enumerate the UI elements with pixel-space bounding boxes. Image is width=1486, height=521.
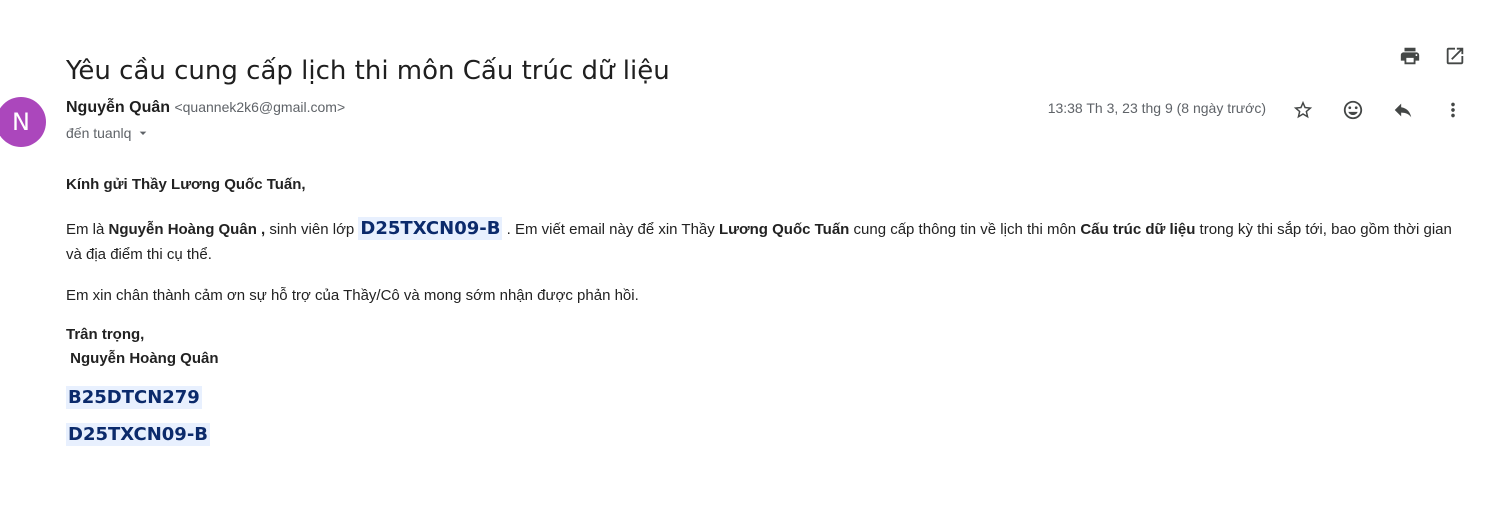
print-button[interactable] [1396, 42, 1424, 70]
text-segment: cung cấp thông tin về lịch thi môn [849, 221, 1081, 238]
class-code-highlight: D25TXCN09-B [358, 217, 503, 240]
sender-avatar[interactable]: N [0, 97, 46, 147]
emoji-reaction-button[interactable] [1339, 96, 1367, 124]
regards: Trân trọng, [66, 326, 145, 343]
reply-button[interactable] [1389, 96, 1417, 124]
course-name: Cấu trúc dữ liệu [1080, 221, 1196, 238]
star-icon [1293, 100, 1313, 119]
open-in-new-window-icon [1446, 47, 1464, 65]
signature-name: Nguyễn Hoàng Quân [70, 350, 219, 367]
sender-info: Nguyễn Quân <quannek2k6@gmail.com> [66, 99, 345, 117]
text-segment: Em là [66, 221, 109, 238]
main-paragraph: Em là Nguyễn Hoàng Quân , sinh viên lớp … [66, 216, 1466, 267]
email-body: Kính gửi Thầy Lương Quốc Tuấn, Em là Ngu… [66, 174, 1466, 446]
email-subject: Yêu cầu cung cấp lịch thi môn Cấu trúc d… [66, 56, 670, 87]
thanks-paragraph: Em xin chân thành cảm ơn sự hỗ trợ của T… [66, 287, 639, 304]
teacher-name: Lương Quốc Tuấn [718, 221, 850, 238]
recipient-details-toggle[interactable]: đến tuanlq [66, 125, 151, 141]
sign-off: Trân trọng, Nguyễn Hoàng Quân [66, 323, 1466, 371]
avatar-letter: N [12, 108, 30, 136]
greeting: Kính gửi Thầy Lương Quốc Tuấn, [66, 176, 306, 193]
email-date: 13:38 Th 3, 23 thg 9 (8 ngày trước) [1047, 100, 1266, 116]
more-vert-icon [1451, 102, 1455, 118]
student-id: B25DTCN279 [66, 386, 202, 409]
print-icon [1400, 47, 1420, 65]
chevron-down-icon [140, 131, 147, 135]
star-button[interactable] [1289, 96, 1317, 124]
reply-icon [1394, 103, 1412, 118]
class-code-block: D25TXCN09-B [66, 423, 1466, 446]
student-id-block: B25DTCN279 [66, 386, 1466, 409]
sender-name[interactable]: Nguyễn Quân [66, 99, 170, 116]
text-segment: sinh viên lớp [265, 221, 359, 238]
recipient-label: đến tuanlq [66, 125, 132, 141]
class-code: D25TXCN09-B [66, 423, 211, 446]
sender-email[interactable]: <quannek2k6@gmail.com> [174, 99, 345, 115]
student-name: Nguyễn Hoàng Quân , [108, 221, 266, 238]
emoji-reaction-icon [1343, 100, 1363, 120]
text-segment: . Em viết email này để xin Thầy [502, 221, 719, 238]
more-options-button[interactable] [1439, 96, 1467, 124]
open-in-new-window-button[interactable] [1441, 42, 1469, 70]
